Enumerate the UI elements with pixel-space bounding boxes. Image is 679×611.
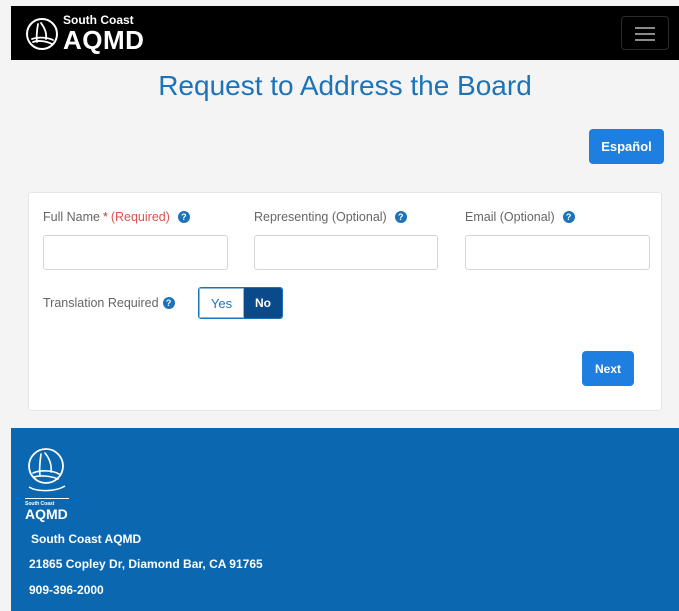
request-form-card: Full Name * (Required) ? Representing (O… [28, 192, 662, 411]
email-input[interactable] [465, 235, 650, 270]
translation-yes-button[interactable]: Yes [199, 288, 244, 318]
full-name-input[interactable] [43, 235, 228, 270]
email-label-text: Email (Optional) [465, 210, 555, 224]
translation-label: Translation Required ? [43, 296, 175, 310]
footer-logo-big-text: AQMD [25, 506, 68, 522]
footer-logo: South Coast AQMD [25, 446, 69, 521]
footer-address: 21865 Copley Dr, Diamond Bar, CA 91765 [29, 557, 263, 571]
title-bar: Request to Address the Board [11, 60, 679, 116]
espanol-button[interactable]: Español [589, 129, 664, 164]
footer-aqmd-logo-icon [28, 448, 66, 492]
representing-label: Representing (Optional) ? [254, 210, 407, 224]
representing-input[interactable] [254, 235, 438, 270]
aqmd-logo-icon [26, 17, 58, 50]
menu-toggle-button[interactable] [621, 16, 669, 50]
brand-text: South Coast AQMD [63, 14, 144, 53]
page-title: Request to Address the Board [158, 70, 532, 101]
footer-org-name: South Coast AQMD [31, 532, 142, 546]
required-star: * [102, 210, 108, 224]
email-help-icon[interactable]: ? [562, 211, 575, 223]
footer-logo-divider [25, 498, 69, 499]
translation-label-text: Translation Required [43, 296, 159, 310]
required-text: (Required) [110, 210, 170, 224]
translation-no-button[interactable]: No [244, 288, 282, 318]
site-footer: South Coast AQMD South Coast AQMD 21865 … [11, 428, 679, 611]
brand-big-text: AQMD [63, 25, 145, 55]
representing-label-text: Representing (Optional) [254, 210, 387, 224]
top-navbar: South Coast AQMD [11, 6, 679, 60]
hamburger-icon [635, 27, 655, 29]
footer-phone[interactable]: 909-396-2000 [29, 583, 104, 597]
translation-toggle: Yes No [198, 287, 283, 319]
full-name-label-text: Full Name [43, 210, 100, 224]
email-label: Email (Optional) ? [465, 210, 575, 224]
brand-logo-link[interactable]: South Coast AQMD [25, 14, 144, 53]
representing-help-icon[interactable]: ? [394, 211, 407, 223]
full-name-help-icon[interactable]: ? [177, 211, 190, 223]
translation-help-icon[interactable]: ? [162, 297, 175, 309]
next-button[interactable]: Next [582, 351, 634, 386]
full-name-label: Full Name * (Required) ? [43, 210, 190, 224]
